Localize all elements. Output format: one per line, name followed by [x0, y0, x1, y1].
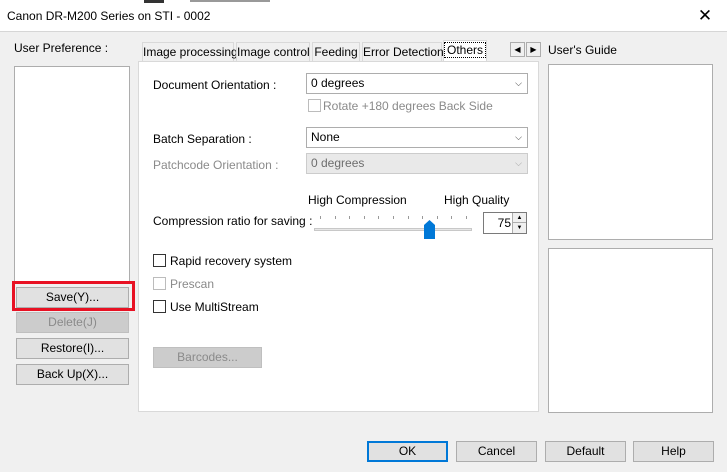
chevron-down-icon: ⌵: [515, 158, 522, 168]
compression-value-spinner[interactable]: 75 ▲ ▼: [483, 212, 527, 234]
backup-button[interactable]: Back Up(X)...: [16, 364, 129, 385]
tab-error-detection[interactable]: Error Detection: [362, 42, 444, 62]
tab-scroll-left-button[interactable]: ◀: [510, 42, 525, 57]
help-button[interactable]: Help: [633, 441, 714, 462]
rotate-back-side-checkbox[interactable]: [308, 99, 321, 112]
cancel-button[interactable]: Cancel: [456, 441, 537, 462]
user-preference-list[interactable]: [14, 66, 130, 284]
patchcode-orientation-select[interactable]: 0 degrees ⌵: [306, 153, 528, 174]
use-multistream-checkbox[interactable]: [153, 300, 166, 313]
spin-down-icon[interactable]: ▼: [512, 223, 526, 233]
batch-separation-label: Batch Separation :: [153, 132, 252, 146]
batch-separation-value: None: [311, 130, 340, 144]
rotate-back-side-label: Rotate +180 degrees Back Side: [323, 99, 493, 113]
slider-tick: [422, 216, 424, 219]
compression-slider-track[interactable]: [314, 228, 472, 231]
compression-value: 75: [497, 216, 511, 230]
user-preference-label: User Preference :: [14, 41, 109, 55]
slider-tick: [436, 216, 438, 219]
document-orientation-value: 0 degrees: [311, 76, 365, 90]
tab-image-processing[interactable]: Image processing: [142, 42, 238, 62]
compression-slider-thumb[interactable]: [424, 220, 435, 239]
rapid-recovery-label: Rapid recovery system: [170, 254, 293, 268]
users-guide-preview: [548, 248, 713, 413]
barcodes-button[interactable]: Barcodes...: [153, 347, 262, 368]
background-window-artifact: [144, 0, 270, 3]
tab-others-label: Others: [444, 42, 487, 58]
slider-tick: [393, 216, 394, 219]
chevron-down-icon: ⌵: [515, 132, 522, 142]
high-compression-label: High Compression: [308, 193, 407, 207]
prescan-label: Prescan: [170, 277, 215, 291]
prescan-checkbox[interactable]: [153, 277, 166, 290]
patchcode-orientation-label: Patchcode Orientation :: [153, 158, 279, 172]
tab-image-control[interactable]: Image control: [236, 42, 310, 62]
tab-feeding[interactable]: Feeding: [312, 42, 360, 62]
slider-tick: [451, 216, 453, 219]
save-button-highlight: [12, 281, 135, 311]
slider-tick: [407, 216, 409, 219]
compression-ratio-label: Compression ratio for saving :: [153, 214, 313, 228]
slider-tick: [378, 216, 380, 219]
batch-separation-select[interactable]: None ⌵: [306, 127, 528, 148]
delete-button[interactable]: Delete(J): [16, 312, 129, 333]
patchcode-orientation-value: 0 degrees: [311, 156, 365, 170]
close-button[interactable]: ✕: [690, 4, 720, 28]
title-bar: Canon DR-M200 Series on STI - 0002 ✕: [0, 0, 727, 32]
restore-button[interactable]: Restore(I)...: [16, 338, 129, 359]
users-guide-label: User's Guide: [548, 43, 617, 57]
rapid-recovery-checkbox[interactable]: [153, 254, 166, 267]
tab-others[interactable]: Others: [443, 40, 487, 62]
slider-tick: [334, 216, 336, 219]
default-button[interactable]: Default: [545, 441, 626, 462]
ok-button[interactable]: OK: [367, 441, 448, 462]
slider-tick: [349, 216, 351, 219]
window-title: Canon DR-M200 Series on STI - 0002: [7, 9, 211, 23]
spin-up-icon[interactable]: ▲: [512, 213, 526, 223]
use-multistream-label: Use MultiStream: [170, 300, 259, 314]
chevron-down-icon: ⌵: [515, 78, 522, 88]
slider-tick: [320, 216, 321, 219]
high-quality-label: High Quality: [444, 193, 510, 207]
document-orientation-label: Document Orientation :: [153, 78, 277, 92]
document-orientation-select[interactable]: 0 degrees ⌵: [306, 73, 528, 94]
slider-tick: [363, 216, 365, 219]
tab-scroll-right-button[interactable]: ▶: [526, 42, 541, 57]
slider-tick: [466, 216, 467, 219]
users-guide-list[interactable]: [548, 64, 713, 240]
